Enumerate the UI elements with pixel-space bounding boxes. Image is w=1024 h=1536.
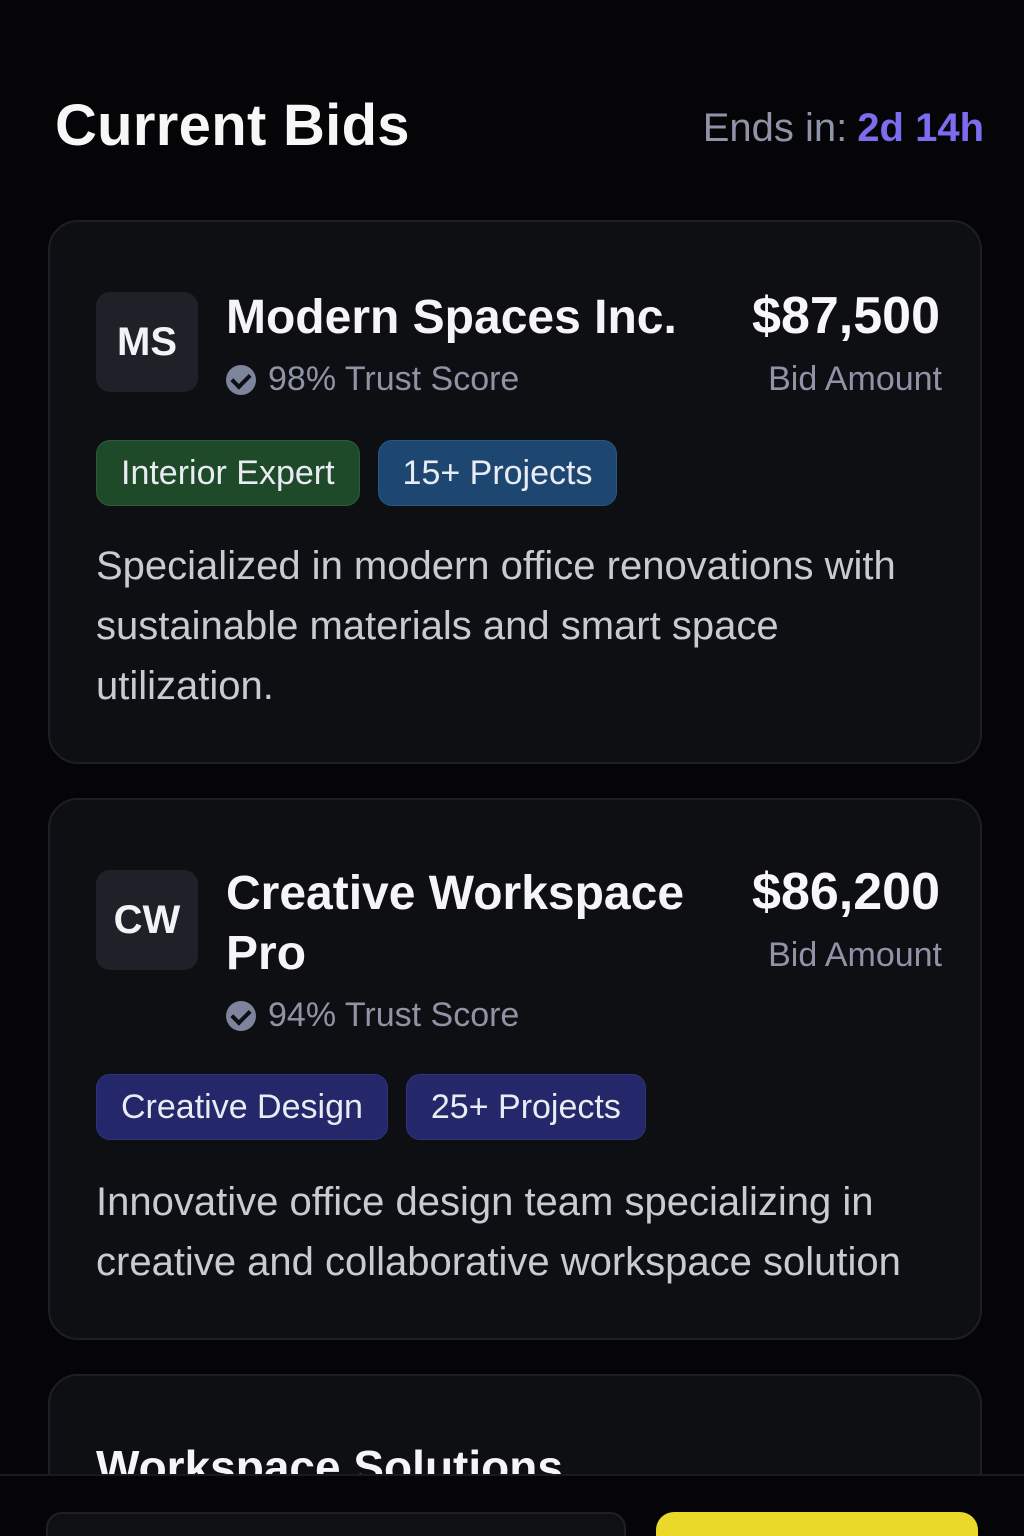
ends-label: Ends in: — [702, 106, 848, 150]
trust-score-text: 94% Trust Score — [268, 996, 520, 1034]
tag-creative-design: Creative Design — [96, 1074, 388, 1140]
avatar: MS — [96, 292, 198, 392]
trust-score: 98% Trust Score — [226, 360, 519, 399]
bottom-action-bar — [0, 1474, 1024, 1536]
verified-check-icon — [226, 1000, 256, 1031]
bidder-name: Creative Workspace Pro — [226, 867, 685, 980]
tag-interior-expert: Interior Expert — [96, 440, 360, 506]
auction-countdown: Ends in: 2d 14h — [703, 106, 984, 151]
trust-score-text: 98% Trust Score — [268, 360, 520, 398]
page-title: Current Bids — [55, 93, 410, 158]
tag-projects: 25+ Projects — [405, 1074, 646, 1140]
bid-description: Specialized in modern office renovations… — [96, 544, 896, 708]
bidder-name: Modern Spaces Inc. — [226, 291, 677, 344]
bid-card-modern-spaces[interactable]: MS Modern Spaces Inc. 98% Trust Score $8… — [48, 220, 982, 764]
bids-screen: Current Bids Ends in: 2d 14h MS Modern Sp… — [0, 0, 1024, 1536]
bid-card-creative-workspace[interactable]: CW Creative Workspace Pro 94% Trust Scor… — [48, 798, 982, 1340]
verified-check-icon — [226, 364, 256, 395]
bottom-primary-button[interactable] — [656, 1512, 978, 1536]
tag-list: Interior Expert 15+ Projects — [96, 440, 618, 506]
bid-amount-label: Bid Amount — [768, 936, 942, 974]
bid-amount-label: Bid Amount — [768, 360, 942, 398]
header: Current Bids Ends in: 2d 14h — [55, 92, 984, 162]
tag-projects: 15+ Projects — [377, 440, 618, 506]
bid-amount: $87,500 — [752, 287, 940, 345]
avatar: CW — [96, 870, 198, 970]
bid-amount: $86,200 — [752, 863, 940, 921]
trust-score: 94% Trust Score — [226, 996, 519, 1035]
bottom-secondary-button[interactable] — [46, 1512, 626, 1536]
bid-description: Innovative office design team specializi… — [96, 1180, 901, 1284]
ends-time: 2d 14h — [857, 106, 984, 150]
tag-list: Creative Design 25+ Projects — [96, 1074, 646, 1140]
